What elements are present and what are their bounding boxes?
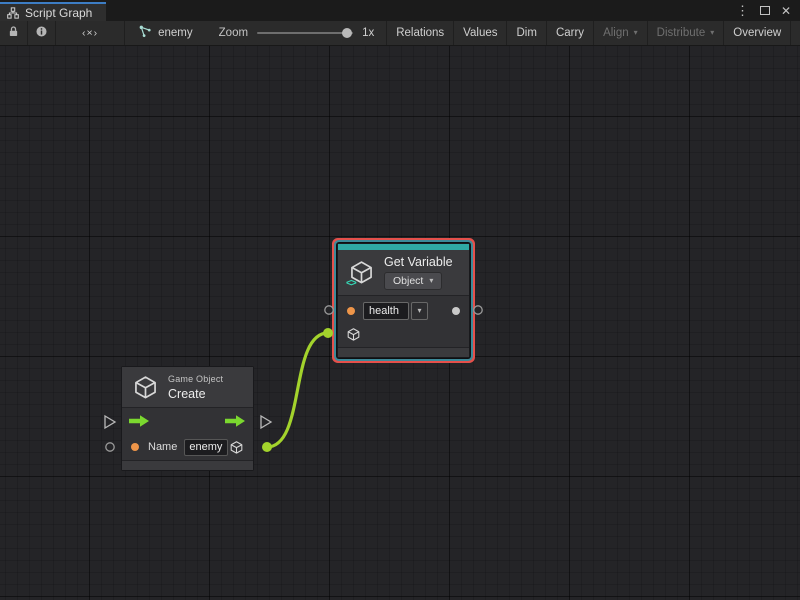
zoom-label: Zoom — [219, 27, 248, 39]
chevron-down-icon: ▾ — [429, 277, 433, 285]
full-screen-button[interactable]: Full Screen — [790, 21, 800, 45]
connected-port-create-output[interactable] — [262, 442, 272, 452]
variables-code-icon: <> — [346, 278, 356, 289]
values-button[interactable]: Values — [453, 21, 506, 45]
scope-value: Object — [393, 275, 423, 287]
code-view-button[interactable]: ‹×› — [56, 21, 125, 45]
overview-label: Overview — [733, 27, 781, 39]
node-footer — [338, 347, 469, 357]
info-icon — [35, 25, 48, 41]
lock-button[interactable] — [0, 21, 28, 45]
relations-button[interactable]: Relations — [386, 21, 453, 45]
game-object-port-icon[interactable] — [346, 327, 361, 347]
cube-icon — [132, 374, 159, 401]
node-get-variable[interactable]: <> Get Variable Object ▾ health ▾ — [337, 243, 470, 358]
values-label: Values — [463, 27, 497, 39]
script-graph-asset-icon — [139, 25, 152, 41]
relations-label: Relations — [396, 27, 444, 39]
node-footer — [122, 460, 253, 470]
tab-title: Script Graph — [25, 6, 92, 20]
info-button[interactable] — [28, 21, 56, 45]
object-source-row — [338, 325, 469, 348]
graph-hierarchy-icon — [7, 7, 19, 19]
name-label: Name — [148, 441, 177, 453]
chevron-down-icon: ▾ — [634, 29, 638, 37]
connected-port-getvariable-object-input[interactable] — [323, 328, 333, 338]
node-category: Game Object — [168, 374, 223, 384]
chevron-down-icon: ▾ — [710, 29, 714, 37]
node-title: Create — [168, 387, 223, 401]
zoom-value: 1x — [362, 27, 374, 39]
distribute-label: Distribute — [657, 27, 706, 39]
variable-name-field[interactable]: health — [363, 302, 409, 320]
graph-canvas[interactable]: <> Get Variable Object ▾ health ▾ — [0, 46, 800, 600]
tab-bar: Script Graph ⋮ ✕ — [0, 0, 800, 21]
game-object-output-port-icon[interactable] — [229, 440, 244, 455]
lock-icon — [7, 25, 20, 41]
maximize-icon[interactable] — [760, 6, 770, 15]
node-create-game-object[interactable]: Game Object Create Name — [121, 366, 254, 471]
zoom-control: Zoom 1x — [207, 21, 387, 45]
dim-label: Dim — [516, 27, 536, 39]
graph-toolbar: ‹×› enemy Zoom 1x Relations — [0, 21, 800, 46]
carry-label: Carry — [556, 27, 584, 39]
flow-output-arrow-icon[interactable] — [225, 415, 246, 427]
align-dropdown[interactable]: Align ▾ — [593, 21, 647, 45]
window-controls: ⋮ ✕ — [736, 2, 791, 19]
window-menu-icon[interactable]: ⋮ — [736, 4, 749, 17]
breadcrumb-label: enemy — [158, 27, 193, 39]
tab-script-graph[interactable]: Script Graph — [0, 2, 106, 21]
variable-name-row: health ▾ — [338, 297, 469, 325]
get-variable-header: <> Get Variable Object ▾ — [338, 250, 469, 296]
flow-input-arrow-icon[interactable] — [129, 415, 150, 427]
carry-button[interactable]: Carry — [546, 21, 593, 45]
flow-input-port-triangle[interactable] — [105, 416, 115, 428]
zoom-slider[interactable] — [257, 32, 353, 34]
close-icon[interactable]: ✕ — [781, 5, 791, 17]
dim-button[interactable]: Dim — [506, 21, 545, 45]
distribute-dropdown[interactable]: Distribute ▾ — [647, 21, 724, 45]
overview-button[interactable]: Overview — [723, 21, 790, 45]
name-row: Name enemy — [122, 434, 253, 460]
name-input-port-circle[interactable] — [106, 443, 114, 451]
flow-row — [122, 408, 253, 434]
chevron-down-icon: ▾ — [417, 307, 421, 315]
breadcrumb[interactable]: enemy — [125, 21, 207, 45]
zoom-slider-handle[interactable] — [342, 28, 352, 38]
name-input-port[interactable] — [347, 307, 355, 315]
toolbar-actions: Relations Values Dim Carry Align ▾ Distr… — [386, 21, 800, 45]
cube-icon: <> — [348, 259, 375, 286]
variable-scope-dropdown[interactable]: Object ▾ — [384, 272, 442, 290]
code-icon: ‹×› — [82, 27, 98, 39]
variable-name-dropdown-button[interactable]: ▾ — [411, 302, 428, 320]
value-output-port[interactable] — [452, 307, 460, 315]
getvariable-value-output-port-circle[interactable] — [474, 306, 482, 314]
getvariable-name-input-port-circle[interactable] — [325, 306, 333, 314]
script-graph-window: Script Graph ⋮ ✕ — [0, 0, 800, 600]
name-input-port[interactable] — [131, 443, 139, 451]
flow-output-port-triangle[interactable] — [261, 416, 271, 428]
name-value-field[interactable]: enemy — [184, 439, 228, 456]
align-label: Align — [603, 27, 629, 39]
connection-wire[interactable] — [267, 333, 328, 447]
create-header: Game Object Create — [122, 367, 253, 408]
node-title: Get Variable — [384, 255, 453, 269]
